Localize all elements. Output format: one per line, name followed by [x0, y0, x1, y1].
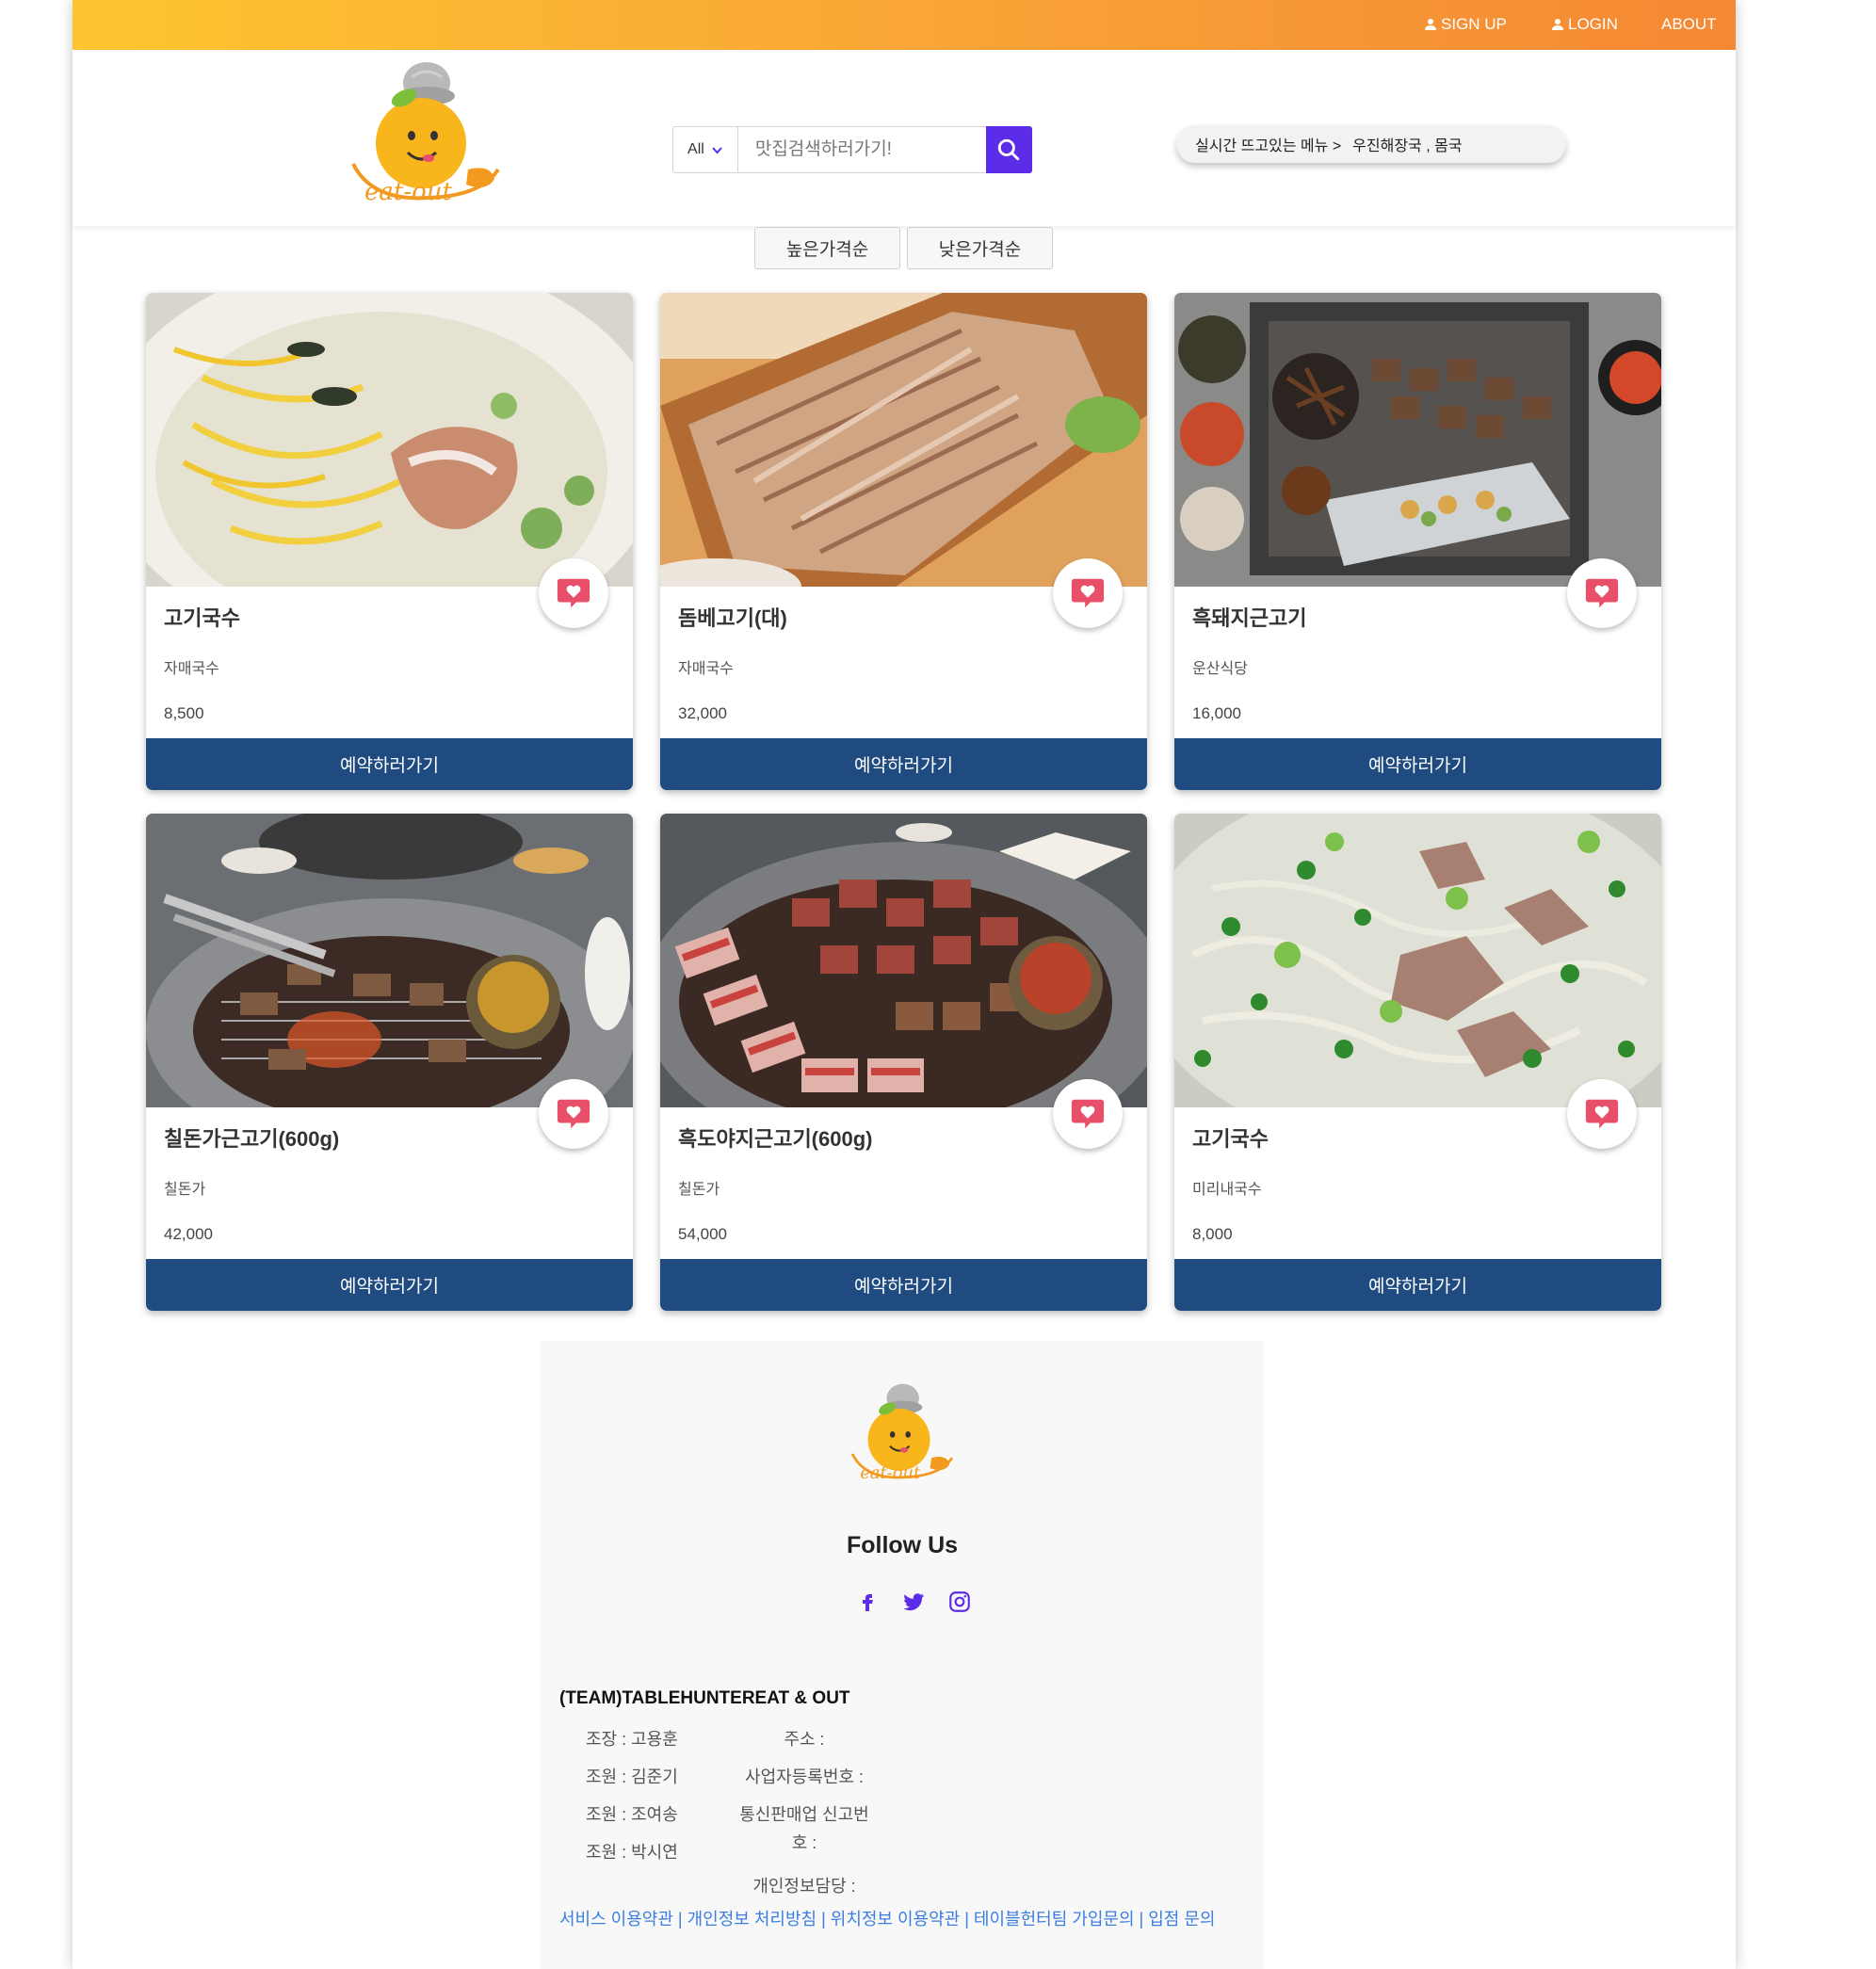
favorite-button[interactable]: [539, 1079, 608, 1149]
follow-us-heading: Follow Us: [846, 1532, 959, 1558]
trending-menu[interactable]: 실시간 뜨고있는 메뉴 > 우진해장국 , 몸국: [1176, 125, 1566, 163]
shop-name: 칠돈가: [678, 1182, 720, 1198]
shop-name: 자매국수: [164, 661, 219, 677]
signup-label: SIGN UP: [1441, 15, 1507, 33]
reserve-button[interactable]: 예약하러가기: [1174, 738, 1661, 790]
heart-icon: [1071, 578, 1105, 608]
about-link[interactable]: ABOUT: [1661, 15, 1717, 34]
food-image[interactable]: [146, 814, 633, 1107]
business-number-label: 사업자등록번호 :: [745, 1767, 864, 1786]
mail-order-label: 통신판매업 신고번: [739, 1805, 869, 1824]
food-image[interactable]: [660, 814, 1147, 1107]
twitter-link[interactable]: [899, 1588, 928, 1616]
heart-icon: [557, 578, 590, 608]
member: 조원 : 김준기: [586, 1767, 678, 1786]
menu-title: 칠돈가근고기(600g): [164, 1127, 340, 1151]
food-image[interactable]: [660, 293, 1147, 587]
privacy-officer-label: 개인정보담당 :: [752, 1877, 856, 1896]
footer-logo[interactable]: eat-out: [846, 1381, 959, 1485]
team-name: (TEAM)TABLEHUNTEREAT & OUT: [559, 1688, 850, 1708]
menu-title: 고기국수: [1192, 1127, 1269, 1151]
footer: eat-out Follow Us (TEAM)TABLEHUNTEREAT &…: [541, 1341, 1264, 1969]
terms-links[interactable]: 서비스 이용약관 | 개인정보 처리방침 | 위치정보 이용약관 | 테이블헌터…: [559, 1906, 1215, 1930]
menu-card[interactable]: 칠돈가근고기(600g) 칠돈가 42,000 예약하러가기: [146, 814, 633, 1311]
trending-items: 우진해장국 , 몸국: [1352, 138, 1463, 154]
menu-price: 8,000: [1192, 1225, 1233, 1243]
heart-icon: [1071, 1099, 1105, 1129]
signup-link[interactable]: SIGN UP: [1424, 15, 1507, 34]
member: 조원 : 박시연: [586, 1843, 678, 1862]
heart-icon: [1585, 1099, 1619, 1129]
menu-card[interactable]: 고기국수 자매국수 8,500 예약하러가기: [146, 293, 633, 790]
menu-title: 돔베고기(대): [678, 606, 787, 630]
search-icon: [998, 138, 1020, 161]
svg-text:eat-out: eat-out: [364, 178, 453, 206]
food-image[interactable]: [146, 293, 633, 587]
sort-low-price-button[interactable]: 낮은가격순: [907, 227, 1053, 269]
favorite-button[interactable]: [1567, 1079, 1637, 1149]
shop-name: 칠돈가: [164, 1182, 206, 1198]
menu-title: 흑돼지근고기: [1192, 606, 1307, 630]
search-input[interactable]: [737, 127, 986, 172]
menu-card[interactable]: 돔베고기(대) 자매국수 32,000 예약하러가기: [660, 293, 1147, 790]
instagram-link[interactable]: [946, 1588, 974, 1616]
shop-name: 미리내국수: [1192, 1182, 1262, 1198]
menu-price: 42,000: [164, 1225, 213, 1243]
about-label: ABOUT: [1661, 15, 1717, 33]
mail-order-label-cont: 호 :: [791, 1833, 817, 1852]
menu-card[interactable]: 흑돼지근고기 운산식당 16,000 예약하러가기: [1174, 293, 1661, 790]
facebook-icon: [863, 1594, 873, 1611]
login-link[interactable]: LOGIN: [1551, 15, 1618, 34]
menu-price: 32,000: [678, 704, 727, 722]
shop-name: 운산식당: [1192, 661, 1248, 677]
favorite-button[interactable]: [539, 558, 608, 628]
reserve-button[interactable]: 예약하러가기: [660, 1259, 1147, 1311]
member: 조원 : 조여송: [586, 1805, 678, 1824]
user-icon: [1425, 19, 1436, 30]
favorite-button[interactable]: [1567, 558, 1637, 628]
menu-title: 고기국수: [164, 606, 240, 630]
category-value: All: [687, 141, 704, 157]
instagram-icon: [949, 1591, 970, 1612]
site-logo[interactable]: eat-out: [346, 58, 506, 209]
food-image[interactable]: [1174, 814, 1661, 1107]
reserve-button[interactable]: 예약하러가기: [1174, 1259, 1661, 1311]
menu-card[interactable]: 고기국수 미리내국수 8,000 예약하러가기: [1174, 814, 1661, 1311]
chevron-down-icon: [712, 146, 722, 153]
menu-price: 8,500: [164, 704, 204, 722]
reserve-button[interactable]: 예약하러가기: [146, 738, 633, 790]
address-label: 주소 :: [784, 1730, 825, 1749]
menu-title: 흑도야지근고기(600g): [678, 1127, 873, 1151]
shop-name: 자매국수: [678, 661, 734, 677]
login-label: LOGIN: [1568, 15, 1618, 33]
favorite-button[interactable]: [1053, 1079, 1123, 1149]
facebook-link[interactable]: [853, 1588, 881, 1616]
food-image[interactable]: [1174, 293, 1661, 587]
top-bar: SIGN UP LOGIN ABOUT: [73, 0, 1736, 50]
trending-label: 실시간 뜨고있는 메뉴 >: [1195, 138, 1342, 154]
reserve-button[interactable]: 예약하러가기: [146, 1259, 633, 1311]
reserve-button[interactable]: 예약하러가기: [660, 738, 1147, 790]
favorite-button[interactable]: [1053, 558, 1123, 628]
search-bar: All: [672, 126, 1032, 173]
menu-price: 54,000: [678, 1225, 727, 1243]
heart-icon: [1585, 578, 1619, 608]
menu-price: 16,000: [1192, 704, 1241, 722]
user-icon: [1552, 19, 1563, 30]
category-select[interactable]: All: [673, 127, 738, 172]
sort-high-price-button[interactable]: 높은가격순: [754, 227, 900, 269]
svg-text:eat-out: eat-out: [860, 1463, 921, 1483]
search-button[interactable]: [985, 126, 1032, 173]
heart-icon: [557, 1099, 590, 1129]
member-leader: 조장 : 고용훈: [586, 1730, 678, 1749]
page: SIGN UP LOGIN ABOUT eat-out All 맛집검색하러가기…: [73, 0, 1736, 1969]
menu-card[interactable]: 흑도야지근고기(600g) 칠돈가 54,000 예약하러가기: [660, 814, 1147, 1311]
twitter-icon: [903, 1593, 925, 1611]
